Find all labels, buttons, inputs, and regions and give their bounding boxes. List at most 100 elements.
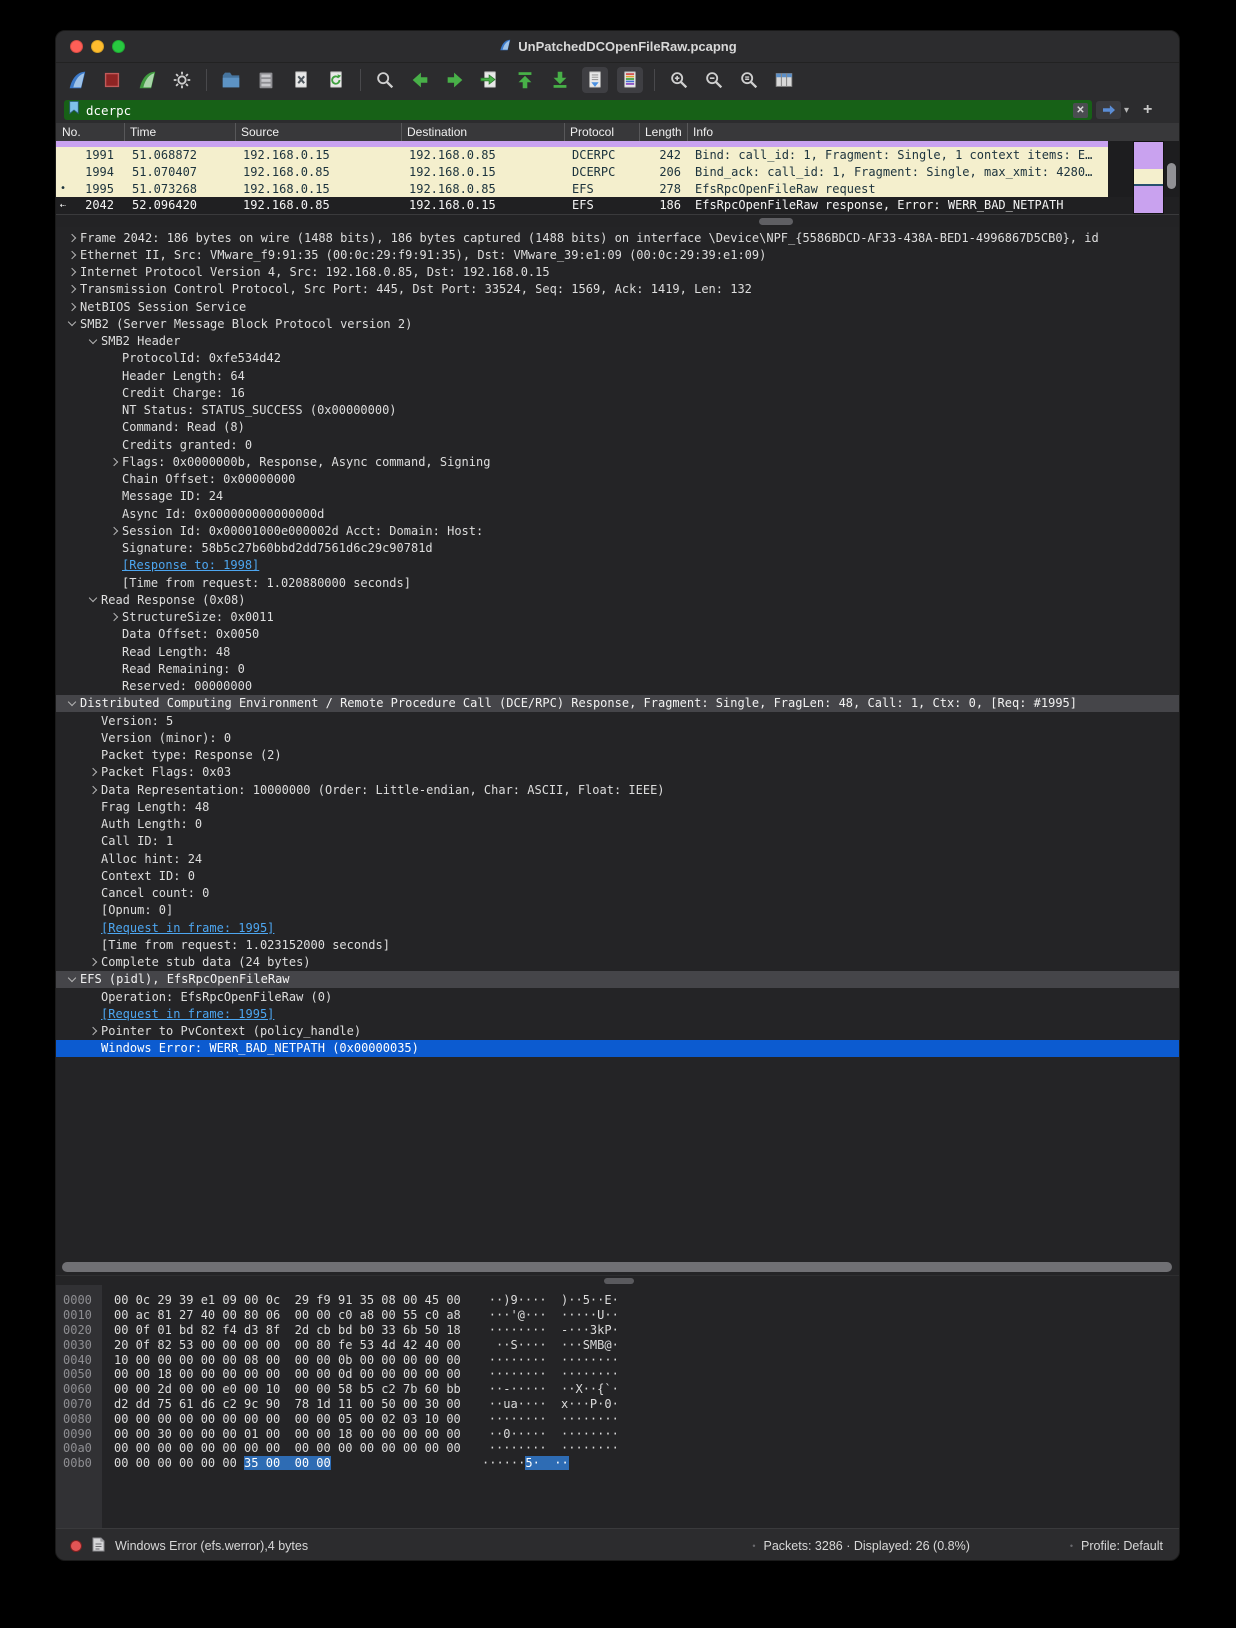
- detail-tree-row[interactable]: Transmission Control Protocol, Src Port:…: [56, 281, 1179, 298]
- expander-right-icon[interactable]: [64, 286, 80, 292]
- hex-row[interactable]: 000000 0c 29 39 e1 09 00 0c 29 f9 91 35 …: [56, 1293, 1179, 1308]
- save-file-icon[interactable]: [253, 67, 279, 93]
- detail-tree-row[interactable]: Async Id: 0x000000000000000d: [56, 505, 1179, 522]
- expander-right-icon[interactable]: [106, 614, 122, 620]
- hex-ascii[interactable]: ··S···· ···SMB@·: [461, 1338, 619, 1352]
- detail-tree-row[interactable]: Credits granted: 0: [56, 436, 1179, 453]
- expander-right-icon[interactable]: [64, 269, 80, 275]
- restart-capture-icon[interactable]: [134, 67, 160, 93]
- details-hscroll-thumb[interactable]: [62, 1262, 1172, 1272]
- detail-tree-row[interactable]: Windows Error: WERR_BAD_NETPATH (0x00000…: [56, 1040, 1179, 1057]
- expander-down-icon[interactable]: [64, 702, 80, 705]
- detail-tree-row[interactable]: Session Id: 0x00001000e000002d Acct: Dom…: [56, 522, 1179, 539]
- packet-list-header[interactable]: No. Time Source Destination Protocol Len…: [56, 123, 1179, 141]
- expander-right-icon[interactable]: [64, 235, 80, 241]
- packet-list-hscroll-thumb[interactable]: [759, 218, 793, 225]
- filter-bookmark-icon[interactable]: [68, 100, 80, 120]
- zoom-reset-icon[interactable]: [736, 67, 762, 93]
- hex-ascii[interactable]: ········ ········: [461, 1441, 619, 1455]
- hex-ascii[interactable]: ········ ········: [461, 1367, 619, 1381]
- detail-tree-row[interactable]: [Time from request: 1.020880000 seconds]: [56, 574, 1179, 591]
- detail-tree-row[interactable]: Frag Length: 48: [56, 798, 1179, 815]
- maximize-window-button[interactable]: [112, 40, 125, 53]
- detail-tree-row[interactable]: Version: 5: [56, 712, 1179, 729]
- profile-status[interactable]: Profile: Default: [1081, 1539, 1163, 1553]
- detail-tree-row[interactable]: Complete stub data (24 bytes): [56, 954, 1179, 971]
- column-length[interactable]: Length: [639, 123, 687, 141]
- reload-file-icon[interactable]: [323, 67, 349, 93]
- detail-tree-row[interactable]: Cancel count: 0: [56, 885, 1179, 902]
- find-packet-icon[interactable]: [372, 67, 398, 93]
- hex-ascii[interactable]: ········ -···3kP·: [461, 1323, 619, 1337]
- detail-field-link[interactable]: [Response to: 1998]: [122, 558, 259, 572]
- detail-tree-row[interactable]: Command: Read (8): [56, 419, 1179, 436]
- expander-right-icon[interactable]: [64, 252, 80, 258]
- column-info[interactable]: Info: [687, 123, 1179, 141]
- apply-filter-icon[interactable]: [1096, 101, 1121, 119]
- hex-row[interactable]: 00a000 00 00 00 00 00 00 00 00 00 00 00 …: [56, 1441, 1179, 1456]
- detail-tree-row[interactable]: Operation: EfsRpcOpenFileRaw (0): [56, 988, 1179, 1005]
- detail-tree-row[interactable]: Call ID: 1: [56, 833, 1179, 850]
- detail-field-link[interactable]: [Request in frame: 1995]: [101, 921, 274, 935]
- resize-columns-icon[interactable]: [771, 67, 797, 93]
- zoom-in-icon[interactable]: [666, 67, 692, 93]
- stop-capture-icon[interactable]: [99, 67, 125, 93]
- hex-ascii[interactable]: ···'@··· ·····U··: [461, 1308, 619, 1322]
- detail-tree-row[interactable]: Read Remaining: 0: [56, 660, 1179, 677]
- start-capture-icon[interactable]: [64, 67, 90, 93]
- detail-tree-row[interactable]: [Request in frame: 1995]: [56, 1005, 1179, 1022]
- detail-tree-row[interactable]: [Opnum: 0]: [56, 902, 1179, 919]
- detail-tree-row[interactable]: Ethernet II, Src: VMware_f9:91:35 (00:0c…: [56, 246, 1179, 263]
- detail-tree-row[interactable]: StructureSize: 0x0011: [56, 609, 1179, 626]
- hex-row[interactable]: 006000 00 2d 00 00 e0 00 10 00 00 58 b5 …: [56, 1382, 1179, 1397]
- autoscroll-icon[interactable]: [582, 67, 608, 93]
- hex-hscroll-track[interactable]: [56, 1275, 1179, 1285]
- detail-tree-row[interactable]: Read Response (0x08): [56, 591, 1179, 608]
- hex-bytes[interactable]: 00 00 00 00 00 00 00 00 00 00 05 00 02 0…: [102, 1412, 461, 1426]
- hex-bytes[interactable]: 00 00 30 00 00 00 01 00 00 00 18 00 00 0…: [102, 1427, 461, 1441]
- hex-row[interactable]: 008000 00 00 00 00 00 00 00 00 00 05 00 …: [56, 1411, 1179, 1426]
- hex-bytes[interactable]: 00 00 2d 00 00 e0 00 10 00 00 58 b5 c2 7…: [102, 1382, 461, 1396]
- hex-ascii[interactable]: ········ ········: [461, 1353, 619, 1367]
- hex-row[interactable]: 009000 00 30 00 00 00 01 00 00 00 18 00 …: [56, 1426, 1179, 1441]
- first-packet-icon[interactable]: [512, 67, 538, 93]
- detail-tree-row[interactable]: SMB2 Header: [56, 333, 1179, 350]
- expander-right-icon[interactable]: [85, 1028, 101, 1034]
- detail-tree-row[interactable]: Frame 2042: 186 bytes on wire (1488 bits…: [56, 229, 1179, 246]
- zoom-out-icon[interactable]: [701, 67, 727, 93]
- capture-options-icon[interactable]: [169, 67, 195, 93]
- hex-bytes[interactable]: 00 0f 01 bd 82 f4 d3 8f 2d cb bd b0 33 6…: [102, 1323, 461, 1337]
- column-time[interactable]: Time: [124, 123, 235, 141]
- hex-ascii[interactable]: ······5· ··: [454, 1456, 569, 1470]
- clear-filter-icon[interactable]: ✕: [1073, 103, 1088, 118]
- expander-down-icon[interactable]: [64, 322, 80, 325]
- column-destination[interactable]: Destination: [401, 123, 564, 141]
- last-packet-icon[interactable]: [547, 67, 573, 93]
- expander-down-icon[interactable]: [85, 598, 101, 601]
- expander-right-icon[interactable]: [64, 304, 80, 310]
- detail-tree-row[interactable]: Read Length: 48: [56, 643, 1179, 660]
- next-packet-icon[interactable]: [442, 67, 468, 93]
- packet-row[interactable]: •199551.073268192.168.0.15192.168.0.85EF…: [56, 180, 1108, 197]
- detail-tree-row[interactable]: [Response to: 1998]: [56, 557, 1179, 574]
- detail-tree-row[interactable]: Flags: 0x0000000b, Response, Async comma…: [56, 453, 1179, 470]
- minimize-window-button[interactable]: [91, 40, 104, 53]
- hex-ascii[interactable]: ··ua···· x···P·0·: [461, 1397, 619, 1411]
- expander-right-icon[interactable]: [85, 769, 101, 775]
- detail-tree-row[interactable]: Version (minor): 0: [56, 729, 1179, 746]
- hex-bytes[interactable]: 10 00 00 00 00 00 08 00 00 00 0b 00 00 0…: [102, 1353, 461, 1367]
- capture-comment-icon[interactable]: [92, 1537, 105, 1555]
- column-source[interactable]: Source: [235, 123, 401, 141]
- hex-bytes[interactable]: d2 dd 75 61 d6 c2 9c 90 78 1d 11 00 50 0…: [102, 1397, 461, 1411]
- detail-tree-row[interactable]: Auth Length: 0: [56, 816, 1179, 833]
- expander-right-icon[interactable]: [85, 787, 101, 793]
- hex-hscroll-thumb[interactable]: [604, 1278, 634, 1284]
- column-protocol[interactable]: Protocol: [564, 123, 639, 141]
- add-filter-button[interactable]: +: [1143, 101, 1152, 119]
- expander-right-icon[interactable]: [85, 959, 101, 965]
- filter-dropdown-icon[interactable]: ▾: [1124, 105, 1129, 116]
- detail-tree-row[interactable]: Data Representation: 10000000 (Order: Li…: [56, 781, 1179, 798]
- expander-right-icon[interactable]: [106, 528, 122, 534]
- hex-row[interactable]: 003020 0f 82 53 00 00 00 00 00 80 fe 53 …: [56, 1337, 1179, 1352]
- hex-bytes[interactable]: 00 00 00 00 00 00 35 00 00 00: [102, 1456, 454, 1470]
